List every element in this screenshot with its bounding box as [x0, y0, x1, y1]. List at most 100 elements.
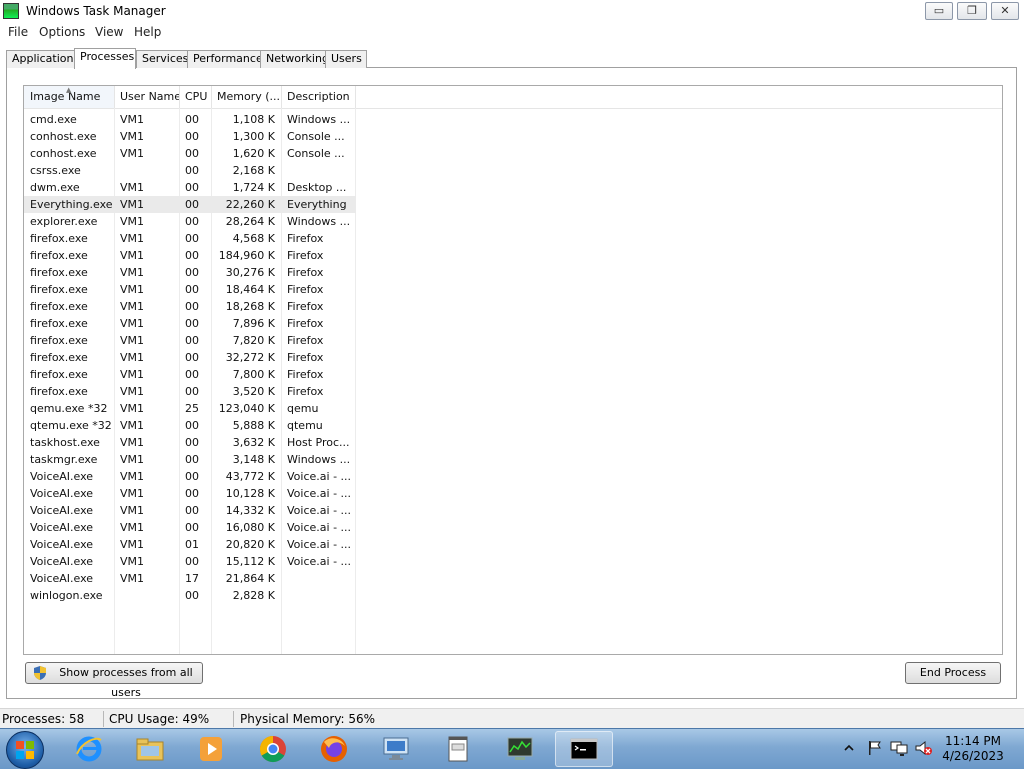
end-process-button[interactable]: End Process: [905, 662, 1001, 684]
process-row[interactable]: VoiceAI.exe VM1 00 16,080 K Voice.ai - ...: [24, 519, 356, 536]
process-list[interactable]: ▲ Image Name User Name CPU Memory (... D…: [23, 85, 1003, 655]
process-name: firefox.exe: [30, 283, 88, 296]
process-user: VM1: [120, 385, 145, 398]
process-row[interactable]: Everything.exe VM1 00 22,260 K Everything: [24, 196, 356, 213]
process-row[interactable]: VoiceAI.exe VM1 01 20,820 K Voice.ai - ...: [24, 536, 356, 553]
menu-view[interactable]: View: [95, 25, 123, 39]
taskbar-firefox[interactable]: [306, 731, 364, 767]
process-row[interactable]: firefox.exe VM1 00 7,820 K Firefox: [24, 332, 356, 349]
process-row[interactable]: firefox.exe VM1 00 32,272 K Firefox: [24, 349, 356, 366]
tab-applications[interactable]: Applications: [6, 50, 79, 68]
process-name: firefox.exe: [30, 368, 88, 381]
command-prompt-icon: [570, 738, 598, 760]
process-description: Voice.ai - ...: [287, 521, 352, 534]
process-row[interactable]: csrss.exe 00 2,168 K: [24, 162, 356, 179]
column-description[interactable]: Description: [281, 86, 356, 108]
process-row[interactable]: VoiceAI.exe VM1 00 15,112 K Voice.ai - ...: [24, 553, 356, 570]
media-player-icon: [200, 737, 222, 761]
menu-options[interactable]: Options: [39, 25, 85, 39]
column-cpu[interactable]: CPU: [179, 86, 212, 108]
process-description: Console ...: [287, 130, 345, 143]
volume-muted-icon[interactable]: [915, 740, 933, 756]
taskbar-windows-explorer[interactable]: [122, 731, 180, 767]
process-description: Voice.ai - ...: [287, 487, 352, 500]
process-name: VoiceAI.exe: [30, 504, 94, 517]
column-image-name[interactable]: ▲ Image Name: [24, 86, 115, 108]
process-cpu: 00: [185, 181, 199, 194]
show-all-users-button[interactable]: Show processes from all users: [25, 662, 203, 699]
process-description: qtemu: [287, 419, 323, 432]
process-memory: 7,896 K: [232, 317, 275, 330]
process-row[interactable]: qtemu.exe *32 VM1 00 5,888 K qtemu: [24, 417, 356, 434]
process-row[interactable]: taskmgr.exe VM1 00 3,148 K Windows ...: [24, 451, 356, 468]
process-row[interactable]: VoiceAI.exe VM1 00 43,772 K Voice.ai - ...: [24, 468, 356, 485]
process-name: VoiceAI.exe: [30, 487, 94, 500]
process-cpu: 25: [185, 402, 199, 415]
process-row[interactable]: dwm.exe VM1 00 1,724 K Desktop ...: [24, 179, 356, 196]
tab-networking[interactable]: Networking: [260, 50, 329, 68]
tab-processes[interactable]: Processes: [74, 48, 136, 69]
system-clock[interactable]: 11:14 PM 4/26/2023: [940, 734, 1006, 764]
taskbar-task-manager[interactable]: [492, 731, 550, 767]
process-row[interactable]: firefox.exe VM1 00 18,268 K Firefox: [24, 298, 356, 315]
process-user: VM1: [120, 521, 145, 534]
process-description: Firefox: [287, 317, 324, 330]
process-row[interactable]: firefox.exe VM1 00 30,276 K Firefox: [24, 264, 356, 281]
process-row[interactable]: cmd.exe VM1 00 1,108 K Windows ...: [24, 111, 356, 128]
maximize-button[interactable]: ❐: [957, 2, 987, 20]
process-cpu: 00: [185, 164, 199, 177]
process-row[interactable]: VoiceAI.exe VM1 17 21,864 K: [24, 570, 356, 587]
process-memory: 14,332 K: [225, 504, 275, 517]
process-name: firefox.exe: [30, 385, 88, 398]
process-name: firefox.exe: [30, 232, 88, 245]
process-row[interactable]: winlogon.exe 00 2,828 K: [24, 587, 356, 604]
minimize-button[interactable]: ▭: [925, 2, 953, 20]
network-icon[interactable]: [890, 740, 908, 756]
process-user: VM1: [120, 130, 145, 143]
column-memory[interactable]: Memory (...: [211, 86, 282, 108]
process-row[interactable]: taskhost.exe VM1 00 3,632 K Host Proc...: [24, 434, 356, 451]
process-row[interactable]: qemu.exe *32 VM1 25 123,040 K qemu: [24, 400, 356, 417]
process-row[interactable]: firefox.exe VM1 00 18,464 K Firefox: [24, 281, 356, 298]
taskbar-notepad[interactable]: [430, 731, 488, 767]
taskbar-command-prompt[interactable]: [555, 731, 613, 767]
process-memory: 32,272 K: [225, 351, 275, 364]
process-description: Windows ...: [287, 453, 351, 466]
tab-services[interactable]: Services: [136, 50, 188, 68]
process-row[interactable]: explorer.exe VM1 00 28,264 K Windows ...: [24, 213, 356, 230]
process-row[interactable]: firefox.exe VM1 00 3,520 K Firefox: [24, 383, 356, 400]
taskbar-remote-desktop[interactable]: [368, 731, 426, 767]
process-row[interactable]: firefox.exe VM1 00 7,800 K Firefox: [24, 366, 356, 383]
process-row[interactable]: firefox.exe VM1 00 184,960 K Firefox: [24, 247, 356, 264]
process-name: VoiceAI.exe: [30, 538, 94, 551]
tab-performance[interactable]: Performance: [187, 50, 263, 68]
process-memory: 18,268 K: [225, 300, 275, 313]
process-row[interactable]: conhost.exe VM1 00 1,620 K Console ...: [24, 145, 356, 162]
start-button[interactable]: [6, 731, 44, 769]
process-row[interactable]: firefox.exe VM1 00 4,568 K Firefox: [24, 230, 356, 247]
taskbar-internet-explorer[interactable]: [61, 731, 119, 767]
process-row[interactable]: firefox.exe VM1 00 7,896 K Firefox: [24, 315, 356, 332]
show-hidden-icons-icon[interactable]: [843, 743, 855, 753]
tab-users[interactable]: Users: [325, 50, 367, 68]
process-memory: 7,820 K: [232, 334, 275, 347]
process-user: VM1: [120, 538, 145, 551]
taskbar-media-player[interactable]: [183, 731, 241, 767]
menu-file[interactable]: File: [8, 25, 28, 39]
column-user-name[interactable]: User Name: [114, 86, 180, 108]
process-cpu: 00: [185, 232, 199, 245]
process-user: VM1: [120, 266, 145, 279]
process-row[interactable]: VoiceAI.exe VM1 00 14,332 K Voice.ai - ...: [24, 502, 356, 519]
close-button[interactable]: ✕: [991, 2, 1019, 20]
process-cpu: 00: [185, 198, 199, 211]
taskbar-chrome[interactable]: [245, 731, 303, 767]
process-row[interactable]: VoiceAI.exe VM1 00 10,128 K Voice.ai - ...: [24, 485, 356, 502]
status-cpu-usage: CPU Usage: 49%: [109, 712, 210, 726]
process-memory: 1,108 K: [232, 113, 275, 126]
process-memory: 1,724 K: [232, 181, 275, 194]
menu-help[interactable]: Help: [134, 25, 161, 39]
process-user: VM1: [120, 300, 145, 313]
action-center-flag-icon[interactable]: [866, 740, 882, 756]
process-row[interactable]: conhost.exe VM1 00 1,300 K Console ...: [24, 128, 356, 145]
process-memory: 3,632 K: [232, 436, 275, 449]
